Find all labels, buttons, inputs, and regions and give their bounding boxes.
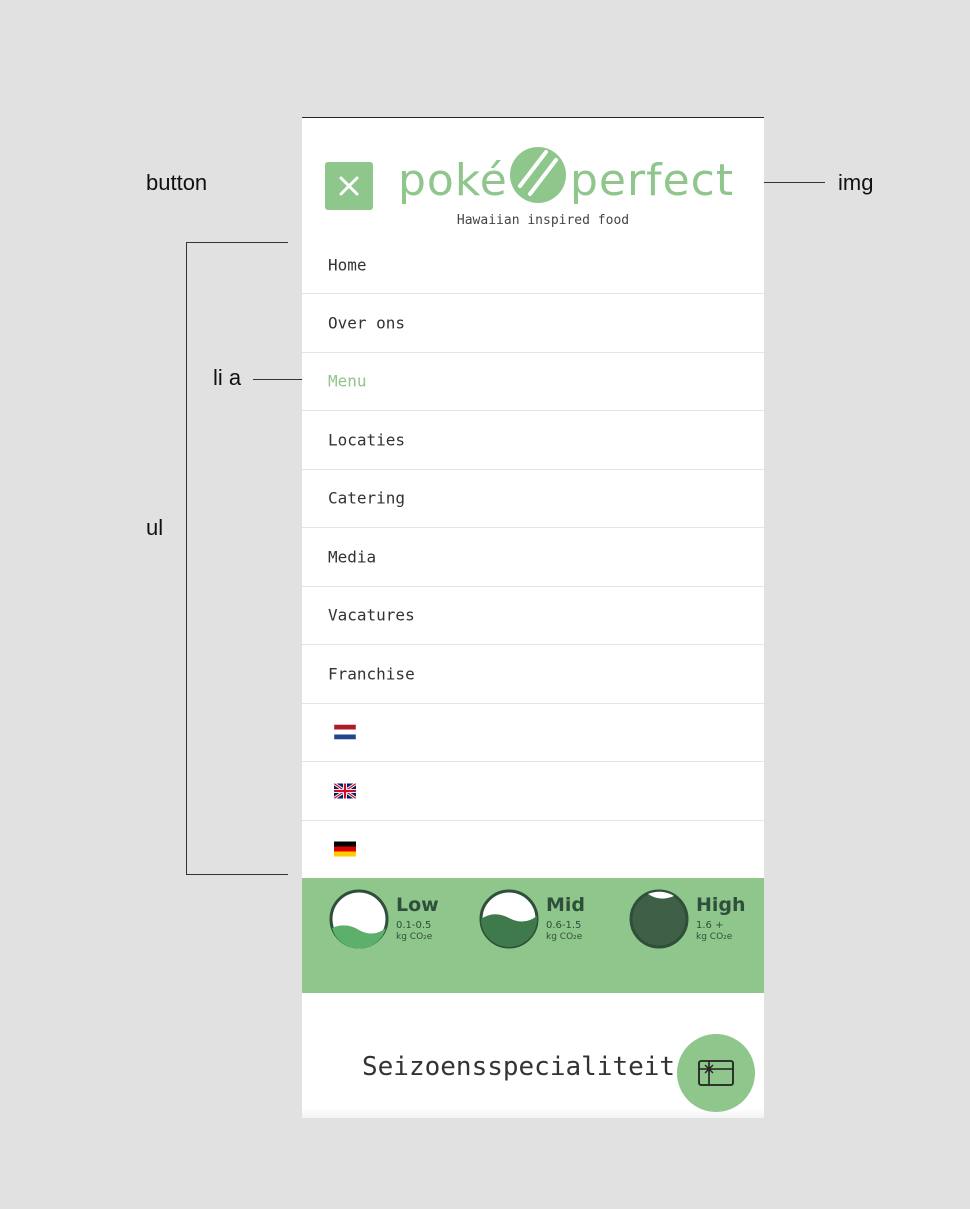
annotation-button: button: [146, 170, 208, 195]
annotation-li-a: li a: [213, 365, 242, 390]
co2-mid-level: Mid: [546, 894, 586, 916]
main-nav-list: Home Over ons Menu Locaties Catering Med…: [302, 236, 764, 878]
nav-item-language-de[interactable]: [302, 821, 764, 879]
nav-link-vacatures[interactable]: Vacatures: [328, 606, 415, 625]
logo-text-right: perfect: [570, 155, 734, 206]
annotation-ul-bracket-top: [186, 242, 288, 243]
co2-low-unit: kg CO₂e: [396, 932, 433, 942]
logo-tagline: Hawaiian inspired food: [456, 213, 630, 228]
co2-low-range: 0.1-0.5: [396, 920, 432, 931]
co2-high-level: High: [696, 894, 746, 916]
co2-legend-banner: Low 0.1-0.5 kg CO₂e Mid 0.6-1.5 kg CO₂e …: [302, 878, 764, 993]
logo-text-left: poké: [398, 155, 508, 206]
section-title: Seizoensspecialiteit: [362, 1052, 676, 1082]
co2-item-mid: Mid 0.6-1.5 kg CO₂e: [478, 888, 618, 949]
nav-link-menu[interactable]: Menu: [328, 372, 367, 391]
annotation-ul: ul: [146, 515, 164, 540]
germany-flag-icon[interactable]: [334, 841, 356, 857]
nav-link-media[interactable]: Media: [328, 547, 376, 566]
nav-item-language-nl[interactable]: [302, 704, 764, 762]
site-header: poké perfect Hawaiian inspired food: [302, 118, 764, 236]
annotation-img: img: [838, 170, 874, 195]
nav-item-over-ons: Over ons: [302, 294, 764, 353]
annotation-ul-bracket-bottom: [186, 874, 288, 875]
nav-item-franchise: Franchise: [302, 645, 764, 704]
annotation-ul-bracket-side: [186, 242, 187, 875]
nav-item-media: Media: [302, 528, 764, 587]
co2-mid-icon: [479, 889, 539, 949]
nav-link-catering[interactable]: Catering: [328, 489, 405, 508]
co2-low-icon: [329, 889, 389, 949]
co2-mid-range: 0.6-1.5: [546, 920, 582, 931]
content-fade: [302, 1108, 764, 1118]
gift-card-icon: [698, 1060, 734, 1086]
nav-item-menu: Menu: [302, 353, 764, 411]
co2-item-low: Low 0.1-0.5 kg CO₂e: [328, 888, 468, 949]
co2-high-icon: [629, 889, 689, 949]
close-icon: [339, 176, 359, 196]
uk-flag-icon[interactable]: [334, 783, 356, 799]
logo-bowl-icon: [510, 147, 566, 203]
close-menu-button[interactable]: [325, 162, 373, 210]
nav-link-home[interactable]: Home: [328, 255, 367, 274]
nav-item-locaties: Locaties: [302, 411, 764, 470]
nav-link-locaties[interactable]: Locaties: [328, 430, 405, 449]
co2-low-level: Low: [396, 894, 439, 916]
logo-image[interactable]: poké perfect Hawaiian inspired food: [398, 140, 748, 230]
nav-item-language-en[interactable]: [302, 762, 764, 821]
co2-mid-unit: kg CO₂e: [546, 932, 583, 942]
co2-item-high: High 1.6 + kg CO₂e: [628, 888, 764, 949]
logo-graphic: poké perfect: [398, 147, 734, 206]
co2-high-range: 1.6 +: [696, 920, 724, 931]
nav-item-catering: Catering: [302, 470, 764, 528]
nav-item-home: Home: [302, 236, 764, 294]
annotation-img-line: [754, 182, 825, 183]
netherlands-flag-icon[interactable]: [334, 724, 356, 740]
nav-link-over-ons[interactable]: Over ons: [328, 313, 405, 332]
nav-item-vacatures: Vacatures: [302, 587, 764, 645]
mobile-viewport: poké perfect Hawaiian inspired food Home…: [302, 117, 764, 1118]
nav-link-franchise[interactable]: Franchise: [328, 664, 415, 683]
gift-card-button[interactable]: [677, 1034, 755, 1112]
co2-high-unit: kg CO₂e: [696, 932, 733, 942]
